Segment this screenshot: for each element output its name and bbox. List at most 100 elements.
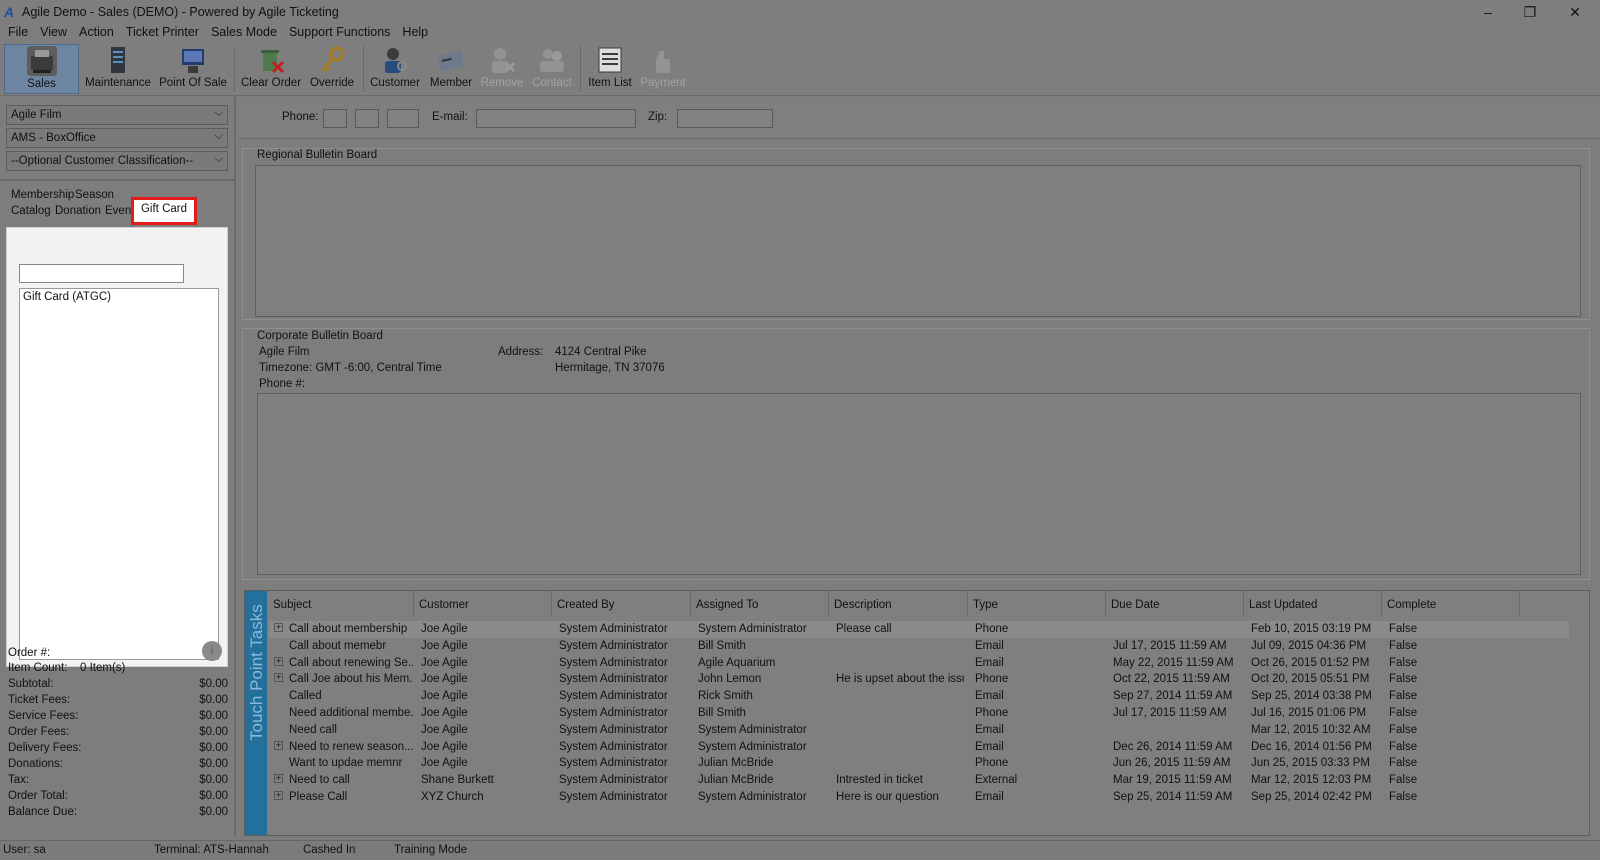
table-row[interactable]: + Need to renew season... Joe Agile System … xyxy=(269,739,1569,756)
table-row[interactable]: Need additional membe... Joe Agile System … xyxy=(269,705,1569,722)
catalog-search-input[interactable] xyxy=(19,264,184,283)
point-of-sale-button[interactable]: Point Of Sale xyxy=(158,44,228,94)
list-item[interactable]: Gift Card (ATGC) xyxy=(20,289,218,305)
remove-user-icon xyxy=(487,45,517,75)
expand-icon[interactable]: + xyxy=(274,740,283,750)
payment-button[interactable]: Payment xyxy=(638,44,688,94)
phone-line-field[interactable] xyxy=(387,109,419,128)
phone-label: Phone: xyxy=(282,111,319,123)
remove-button[interactable]: Remove xyxy=(478,44,526,94)
cell-complete: False xyxy=(1389,757,1418,770)
tab-gift-card[interactable]: Gift Card xyxy=(131,197,197,225)
table-row[interactable]: + Need to call Shane Burkett System Adminis… xyxy=(269,772,1569,789)
col-subject[interactable]: Subject xyxy=(273,599,311,611)
sales-button[interactable]: Sales xyxy=(4,44,79,94)
status-bar: User: sa Terminal: ATS-Hannah Cashed In … xyxy=(0,840,1600,860)
cell-subject: Please Call xyxy=(289,791,348,803)
col-assigned-to[interactable]: Assigned To xyxy=(696,599,758,611)
restore-button[interactable]: ❐ xyxy=(1510,2,1550,22)
customer-classification-select[interactable]: --Optional Customer Classification-- ⌵ xyxy=(6,151,228,171)
expand-icon[interactable]: + xyxy=(274,623,283,632)
menu-help[interactable]: Help xyxy=(396,24,434,40)
tab-donation[interactable]: Donation xyxy=(52,204,104,218)
cell-desc: Please call xyxy=(836,623,892,635)
tab-season[interactable]: Season xyxy=(72,188,117,202)
corporate-bulletin-title: Corporate Bulletin Board xyxy=(257,330,383,342)
item-list-icon xyxy=(595,45,625,75)
table-row[interactable]: Need call Joe Agile System Administrator Sy… xyxy=(269,722,1569,739)
col-created-by[interactable]: Created By xyxy=(557,599,615,611)
cell-due: Jul 17, 2015 11:59 AM xyxy=(1113,707,1227,719)
cell-desc: Intrested in ticket xyxy=(836,774,923,787)
col-description[interactable]: Description xyxy=(834,599,892,611)
toolbar-separator xyxy=(580,46,581,92)
zip-field[interactable] xyxy=(677,109,773,128)
cell-due: Sep 27, 2014 11:59 AM xyxy=(1113,690,1233,703)
menu-ticket-printer[interactable]: Ticket Printer xyxy=(120,24,205,40)
table-row[interactable]: Want to updae memnr Joe Agile System Admin… xyxy=(269,755,1569,772)
pos-terminal-icon xyxy=(178,45,208,75)
table-row[interactable]: Called Joe Agile System Administrator Rick … xyxy=(269,688,1569,705)
override-button[interactable]: Override xyxy=(306,44,358,94)
phone-prefix-field[interactable] xyxy=(355,109,379,128)
column-divider xyxy=(551,591,552,617)
regional-bulletin-title: Regional Bulletin Board xyxy=(257,149,378,161)
tab-events[interactable]: Even xyxy=(102,204,134,218)
cell-complete: False xyxy=(1389,707,1418,719)
customer-button[interactable]: Customer xyxy=(368,44,422,94)
menu-file[interactable]: File xyxy=(2,24,34,40)
menu-action[interactable]: Action xyxy=(73,24,120,40)
menu-sales-mode[interactable]: Sales Mode xyxy=(205,24,283,40)
cell-type: Email xyxy=(975,639,1004,652)
menu-support-functions[interactable]: Support Functions xyxy=(283,24,396,40)
contact-button[interactable]: Contact xyxy=(528,44,576,94)
cell-subject: Call about renewing Se... xyxy=(289,656,413,669)
cell-subject: Call Joe about his Mem... xyxy=(289,673,413,686)
table-row[interactable]: Call about memebr Joe Agile System Adminis… xyxy=(269,638,1569,655)
cell-created: System Administrator xyxy=(559,656,668,669)
column-divider xyxy=(967,591,968,617)
cell-assigned: Bill Smith xyxy=(698,639,746,652)
toolbar: Sales Maintenance Point Of Sale Clear Or… xyxy=(0,42,1600,96)
col-type[interactable]: Type xyxy=(973,599,998,611)
phone-area-code-field[interactable] xyxy=(323,109,347,128)
table-row[interactable]: + Call about membership Joe Agile System Ad… xyxy=(269,621,1569,638)
col-due-date[interactable]: Due Date xyxy=(1111,599,1160,611)
email-field[interactable] xyxy=(476,109,636,128)
cell-type: Phone xyxy=(975,623,1009,635)
expand-icon[interactable]: + xyxy=(274,791,283,800)
expand-icon[interactable]: + xyxy=(274,774,283,784)
cell-desc: Here is our question xyxy=(836,791,939,803)
catalog-item-list[interactable]: Gift Card (ATGC) xyxy=(19,288,219,660)
maintenance-button[interactable]: Maintenance xyxy=(83,44,153,94)
cell-customer: Joe Agile xyxy=(421,740,468,753)
table-row[interactable]: + Call Joe about his Mem... Joe Agile Syste… xyxy=(269,671,1569,688)
tab-membership[interactable]: Membership xyxy=(8,188,77,202)
item-list-button[interactable]: Item List xyxy=(585,44,635,94)
box-office-select[interactable]: AMS - BoxOffice ⌵ xyxy=(6,128,228,148)
col-complete[interactable]: Complete xyxy=(1387,599,1436,611)
info-icon[interactable]: i xyxy=(202,641,222,661)
status-user: User: sa xyxy=(3,844,46,856)
email-label: E-mail: xyxy=(432,111,468,123)
minimize-button[interactable]: – xyxy=(1468,2,1508,22)
touch-point-tasks-tab[interactable]: Touch Point Tasks xyxy=(245,591,267,835)
clear-order-button[interactable]: Clear Order xyxy=(240,44,302,94)
organization-select[interactable]: Agile Film ⌵ xyxy=(6,105,228,125)
cell-assigned: Julian McBride xyxy=(698,774,774,787)
expand-icon[interactable]: + xyxy=(274,673,283,683)
key-icon xyxy=(317,45,347,75)
order-total-row: Order Total: $0.00 xyxy=(8,790,228,802)
cell-customer: Joe Agile xyxy=(421,639,468,652)
tab-catalog[interactable]: Catalog xyxy=(8,204,54,218)
expand-icon[interactable]: + xyxy=(274,656,283,666)
table-row[interactable]: + Call about renewing Se... Joe Agile Syste… xyxy=(269,655,1569,672)
close-button[interactable]: ✕ xyxy=(1555,2,1595,22)
cell-assigned: System Administrator xyxy=(698,623,807,635)
menu-view[interactable]: View xyxy=(34,24,73,40)
member-button[interactable]: Member xyxy=(426,44,476,94)
table-row[interactable]: + Please Call XYZ Church System Administrat… xyxy=(269,789,1569,806)
col-last-updated[interactable]: Last Updated xyxy=(1249,599,1317,611)
cell-customer: Joe Agile xyxy=(421,690,468,703)
col-customer[interactable]: Customer xyxy=(419,599,469,611)
